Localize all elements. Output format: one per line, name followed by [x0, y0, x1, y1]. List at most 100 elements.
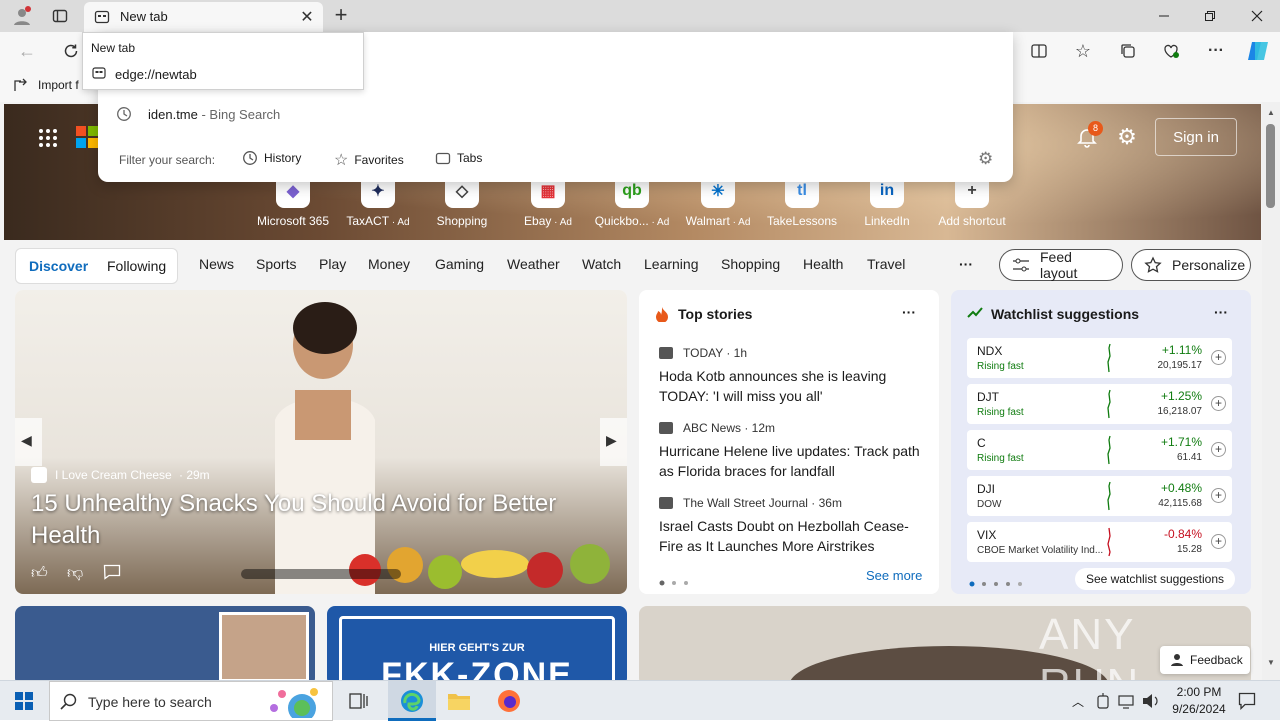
carousel-prev-button[interactable]: ◀: [15, 418, 42, 466]
settings-gear-icon[interactable]: ⚙: [1114, 124, 1140, 150]
tab-learning[interactable]: Learning: [644, 256, 699, 272]
stock-row-dji[interactable]: DJI DOW +0.48% 42,115.68 +: [967, 476, 1232, 516]
feed-layout-button[interactable]: Feed layout: [999, 249, 1123, 281]
shortcut-takelessons[interactable]: tl TakeLessons: [762, 174, 842, 228]
minimize-icon[interactable]: [1152, 6, 1176, 26]
news-card-image-1[interactable]: [15, 606, 315, 680]
file-explorer-icon[interactable]: [446, 689, 472, 713]
carousel-next-button[interactable]: ▶: [600, 418, 627, 466]
shortcut-microsoft-365[interactable]: ◆ Microsoft 365: [253, 174, 333, 228]
promo-card[interactable]: HIER GEHT'S ZUR FKK-ZONE: [327, 606, 627, 680]
restore-icon[interactable]: [1198, 6, 1222, 26]
more-menu-icon[interactable]: ···: [1205, 40, 1227, 62]
shortcut-ebay[interactable]: ▦ Ebay · Ad: [508, 174, 588, 228]
tab-discover[interactable]: Discover: [29, 258, 88, 274]
search-settings-gear-icon[interactable]: ⚙: [978, 149, 993, 169]
like-icon[interactable]: 👍︎: [31, 564, 48, 583]
stock-symbol: C: [977, 436, 986, 450]
stock-row-ndx[interactable]: NDX Rising fast +1.11% 20,195.17 +: [967, 338, 1232, 378]
tab-health[interactable]: Health: [803, 256, 843, 272]
close-window-icon[interactable]: [1245, 6, 1269, 26]
taskbar-search-box[interactable]: Type here to search: [49, 681, 333, 721]
tab-sports[interactable]: Sports: [256, 256, 296, 272]
favorites-star-icon[interactable]: ☆: [1072, 40, 1094, 62]
tab-watch[interactable]: Watch: [582, 256, 621, 272]
comment-icon[interactable]: [103, 564, 121, 580]
browser-essentials-icon[interactable]: [1160, 40, 1182, 62]
battery-meet-icon[interactable]: [1096, 693, 1110, 709]
source-logo-icon: [31, 467, 47, 483]
see-watchlist-button[interactable]: See watchlist suggestions: [1075, 568, 1235, 590]
hero-title[interactable]: 15 Unhealthy Snacks You Should Avoid for…: [31, 488, 601, 552]
collections-icon[interactable]: [1117, 40, 1139, 62]
copilot-icon[interactable]: [1245, 39, 1271, 63]
add-to-watchlist-icon[interactable]: +: [1211, 442, 1226, 457]
scroll-up-icon[interactable]: ▲: [1267, 108, 1275, 117]
filter-favorites-button[interactable]: ☆ Favorites: [334, 150, 404, 170]
sign-in-button[interactable]: Sign in: [1155, 118, 1237, 156]
firefox-icon[interactable]: [496, 689, 522, 713]
shortcut-linkedin[interactable]: in LinkedIn: [847, 174, 927, 228]
dislike-icon[interactable]: 👎︎: [67, 564, 83, 583]
app-launcher-icon[interactable]: [36, 126, 60, 150]
shortcut-add-shortcut[interactable]: + Add shortcut: [932, 174, 1012, 228]
story-headline[interactable]: Israel Casts Doubt on Hezbollah Cease-Fi…: [659, 516, 927, 556]
more-categories-button[interactable]: ···: [959, 256, 973, 272]
search-suggestion[interactable]: iden.tme - Bing Search: [148, 107, 280, 122]
close-tab-icon[interactable]: ✕: [298, 8, 316, 26]
volume-icon[interactable]: [1142, 693, 1160, 709]
tab-news[interactable]: News: [199, 256, 234, 272]
stock-row-djt[interactable]: DJT Rising fast +1.25% 16,218.07 +: [967, 384, 1232, 424]
story-headline[interactable]: Hurricane Helene live updates: Track pat…: [659, 441, 927, 481]
tab-travel[interactable]: Travel: [867, 256, 905, 272]
tab-actions-icon[interactable]: [50, 6, 70, 26]
refresh-icon[interactable]: [60, 40, 82, 62]
watchlist-more-icon[interactable]: ···: [1214, 304, 1228, 320]
see-more-link[interactable]: See more: [866, 568, 922, 583]
page-scrollbar[interactable]: ▲ ▼: [1262, 102, 1280, 680]
tab-weather[interactable]: Weather: [507, 256, 560, 272]
tab-shopping[interactable]: Shopping: [721, 256, 780, 272]
profile-icon[interactable]: [10, 4, 34, 28]
today-logo-icon: [659, 347, 673, 359]
import-favorites-link[interactable]: Import f: [38, 78, 79, 92]
shortcut-quickbo[interactable]: qb Quickbo... · Ad: [592, 174, 672, 228]
stock-row-c[interactable]: C Rising fast +1.71% 61.41 +: [967, 430, 1232, 470]
shortcut-taxact[interactable]: ✦ TaxACT · Ad: [338, 174, 418, 228]
filter-history-button[interactable]: History: [242, 150, 301, 166]
personalize-button[interactable]: Personalize: [1131, 249, 1251, 281]
notification-center-icon[interactable]: [1238, 692, 1256, 710]
add-to-watchlist-icon[interactable]: +: [1211, 350, 1226, 365]
watchlist-heading: Watchlist suggestions: [991, 306, 1140, 322]
tab-following[interactable]: Following: [107, 258, 166, 274]
clock-time[interactable]: 2:00 PM: [1168, 685, 1230, 699]
split-screen-icon[interactable]: [1028, 40, 1050, 62]
shortcut-shopping[interactable]: ◇ Shopping: [422, 174, 502, 228]
shortcut-walmart[interactable]: ✳ Walmart · Ad: [678, 174, 758, 228]
top-stories-more-icon[interactable]: ···: [902, 304, 916, 320]
show-hidden-icons-chevron-icon[interactable]: ︿: [1072, 693, 1084, 710]
add-to-watchlist-icon[interactable]: +: [1211, 488, 1226, 503]
scroll-down-icon[interactable]: ▼: [1267, 658, 1275, 667]
personalize-star-icon: [1144, 256, 1162, 274]
windows-start-icon[interactable]: [0, 681, 48, 721]
hero-article-card[interactable]: ◀ ▶ I Love Cream Cheese · 29m 15 Unhealt…: [15, 290, 627, 594]
taskbar-edge-button[interactable]: [388, 681, 436, 721]
tab-gaming[interactable]: Gaming: [435, 256, 484, 272]
add-to-watchlist-icon[interactable]: +: [1211, 534, 1226, 549]
scroll-thumb[interactable]: [1266, 124, 1275, 208]
new-tab-plus-icon[interactable]: +: [330, 2, 352, 27]
clock-date[interactable]: 9/26/2024: [1164, 702, 1234, 716]
filter-tabs-button[interactable]: Tabs: [435, 150, 482, 166]
tab-new-tab[interactable]: New tab ✕: [84, 2, 323, 32]
tab-play[interactable]: Play: [319, 256, 346, 272]
task-view-icon[interactable]: [344, 691, 374, 711]
tab-money[interactable]: Money: [368, 256, 410, 272]
chevron-left-icon: ◀: [21, 432, 32, 448]
stock-row-vix[interactable]: VIX CBOE Market Volatility Ind... -0.84% 15…: [967, 522, 1232, 562]
network-icon[interactable]: [1118, 693, 1136, 709]
back-arrow-icon[interactable]: ←: [16, 40, 38, 62]
story-headline[interactable]: Hoda Kotb announces she is leaving TODAY…: [659, 366, 927, 406]
add-to-watchlist-icon[interactable]: +: [1211, 396, 1226, 411]
feedback-button[interactable]: Feedback: [1160, 646, 1250, 674]
